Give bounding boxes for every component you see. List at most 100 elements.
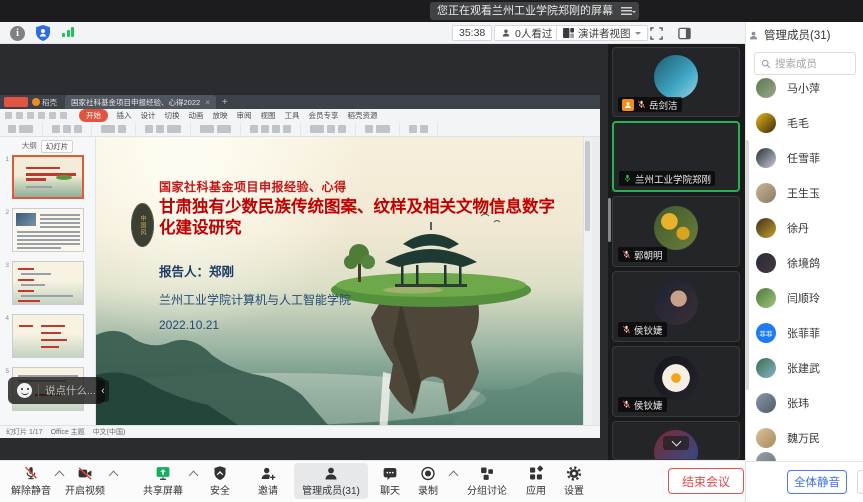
member-name: 王生玉 <box>787 185 820 201</box>
members-panel-footer: 全体静音 <box>745 461 863 502</box>
ribbon-tab-transition[interactable]: 切换 <box>165 110 180 121</box>
video-tile[interactable]: 岳剑洁 <box>612 47 740 117</box>
member-name: 任雪菲 <box>787 150 820 166</box>
ribbon-tab-home[interactable]: 开始 <box>79 109 108 122</box>
member-name: 张建武 <box>787 360 820 376</box>
avatar <box>756 288 776 308</box>
invite-button[interactable]: 邀请 <box>250 463 286 499</box>
ribbon-button-group[interactable] <box>145 123 191 135</box>
ribbon-tab-animation[interactable]: 动画 <box>189 110 204 121</box>
avatar <box>756 393 776 413</box>
wps-window-tabbar: 稻壳 国家社科基金项目申报经验、心得2022 × + <box>0 95 600 109</box>
member-row[interactable]: 徐境鸽 <box>756 253 860 273</box>
quick-access-toolbar[interactable] <box>5 112 67 119</box>
share-screen-button[interactable]: 共享屏幕 <box>140 463 186 499</box>
member-row[interactable]: 马小萍 <box>756 78 860 98</box>
ribbon-tab-docer[interactable]: 稻壳资源 <box>348 110 378 121</box>
members-scrollbar-thumb[interactable] <box>745 140 749 390</box>
banner-menu-icon[interactable] <box>621 7 632 15</box>
new-tab-button[interactable]: + <box>222 97 228 108</box>
side-panel-toggle-button[interactable] <box>676 25 692 41</box>
ribbon-button-group[interactable] <box>8 123 43 135</box>
apps-button[interactable]: 应用 <box>518 463 554 499</box>
video-tile[interactable]: 侯钬婕 <box>612 346 740 417</box>
end-meeting-button[interactable]: 结束会议 <box>668 468 744 494</box>
info-icon[interactable]: i <box>10 26 25 41</box>
chat-button[interactable]: 聊天 <box>372 463 408 499</box>
wps-status-bar: 幻灯片 1/17 Office 主题 中文(中国) <box>0 425 600 438</box>
security-button[interactable]: 安全 <box>202 463 238 499</box>
docer-tab[interactable]: 稻壳 <box>42 97 57 108</box>
member-row[interactable]: 徐丹 <box>756 218 860 238</box>
avatar <box>756 218 776 238</box>
video-column-scrollbar[interactable] <box>608 198 611 242</box>
mute-all-button[interactable]: 全体静音 <box>787 470 847 494</box>
slide-thumbnail-3[interactable]: 3 <box>3 261 84 305</box>
record-options-chevron[interactable] <box>450 470 457 477</box>
ribbon-button-group[interactable] <box>310 123 356 135</box>
wps-scrollbar-thumb[interactable] <box>585 141 590 231</box>
ribbon-button-group[interactable] <box>250 123 301 135</box>
document-tab[interactable]: 国家社科基金项目申报经验、心得2022 × <box>65 95 216 109</box>
start-video-button[interactable]: 开启视频 <box>62 463 108 499</box>
ribbon-tab-design[interactable]: 设计 <box>141 110 156 121</box>
collapse-chat-arrow[interactable]: ‹ <box>97 380 109 402</box>
collapse-tiles-button[interactable] <box>663 436 689 450</box>
ribbon-tab-review[interactable]: 审阅 <box>237 110 252 121</box>
ribbon-button-group[interactable] <box>52 123 92 135</box>
slides-tab[interactable]: 幻灯片 <box>41 140 74 153</box>
member-row[interactable]: 菲菲 张菲菲 <box>756 323 860 343</box>
slide-thumbnail-2[interactable]: 2 <box>3 208 84 252</box>
ribbon-button-group[interactable] <box>409 123 438 135</box>
view-mode-dropdown[interactable]: 演讲者视图 <box>556 25 648 41</box>
ribbon-button-group[interactable] <box>365 123 400 135</box>
ribbon-tab-view[interactable]: 视图 <box>261 110 276 121</box>
breakout-rooms-button[interactable]: 分组讨论 <box>460 463 514 499</box>
unmute-button[interactable]: 解除静音 <box>8 463 54 499</box>
video-options-chevron[interactable] <box>110 470 117 477</box>
member-row[interactable]: 毛毛 <box>756 113 860 133</box>
video-tile-partial[interactable] <box>612 421 740 460</box>
mic-muted-icon <box>637 100 646 109</box>
manage-members-button[interactable]: 管理成员(31) <box>294 463 368 499</box>
member-row[interactable]: 张玮 <box>756 393 860 413</box>
slide-thumbnail-4[interactable]: 4 <box>3 314 84 358</box>
member-search-input[interactable] <box>775 58 845 70</box>
video-tile[interactable]: 侯钬婕 <box>612 271 740 342</box>
fullscreen-button[interactable] <box>648 25 664 41</box>
network-signal-icon[interactable] <box>62 27 74 37</box>
record-button[interactable]: 录制 <box>410 463 446 499</box>
slide-thumbnail-1[interactable]: 1 <box>3 155 84 199</box>
ribbon-tab-insert[interactable]: 插入 <box>117 110 132 121</box>
unmute-all-button-partial[interactable] <box>857 470 863 494</box>
emoji-icon[interactable] <box>17 383 32 398</box>
ribbon-tab-member[interactable]: 会员专享 <box>309 110 339 121</box>
avatar <box>756 148 776 168</box>
member-row[interactable]: 任雪菲 <box>756 148 860 168</box>
settings-button[interactable]: 设置 <box>556 463 592 499</box>
ribbon-tab-tools[interactable]: 工具 <box>285 110 300 121</box>
mic-muted-icon <box>622 400 631 409</box>
member-row[interactable]: 魏万民 <box>756 428 860 448</box>
member-row[interactable]: 张建武 <box>756 358 860 378</box>
chat-placeholder[interactable]: 说点什么... <box>45 383 96 398</box>
chevron-down-icon <box>635 32 641 38</box>
viewers-count[interactable]: 0人看过 <box>494 25 559 41</box>
outline-tab[interactable]: 大纲 <box>22 140 37 153</box>
ribbon-button-group[interactable] <box>200 123 241 135</box>
ribbon-button-group[interactable] <box>101 123 136 135</box>
ribbon-tab-slideshow[interactable]: 放映 <box>213 110 228 121</box>
slide-number: 4 <box>3 315 9 322</box>
button-label: 聊天 <box>380 482 400 497</box>
wps-logo[interactable] <box>4 97 28 107</box>
member-name: 魏万民 <box>787 430 820 446</box>
share-options-chevron[interactable] <box>190 470 197 477</box>
security-shield-icon[interactable] <box>36 25 50 41</box>
video-tile-active-speaker[interactable]: 兰州工业学院郑刚 <box>612 121 740 192</box>
member-search-box[interactable] <box>754 52 856 75</box>
close-tab-icon[interactable]: × <box>205 98 210 107</box>
video-tile[interactable]: 郭朝明 <box>612 196 740 267</box>
member-row[interactable]: 王生玉 <box>756 183 860 203</box>
member-row[interactable]: 闫顺玲 <box>756 288 860 308</box>
chat-quick-input[interactable]: 说点什么... <box>8 377 105 404</box>
